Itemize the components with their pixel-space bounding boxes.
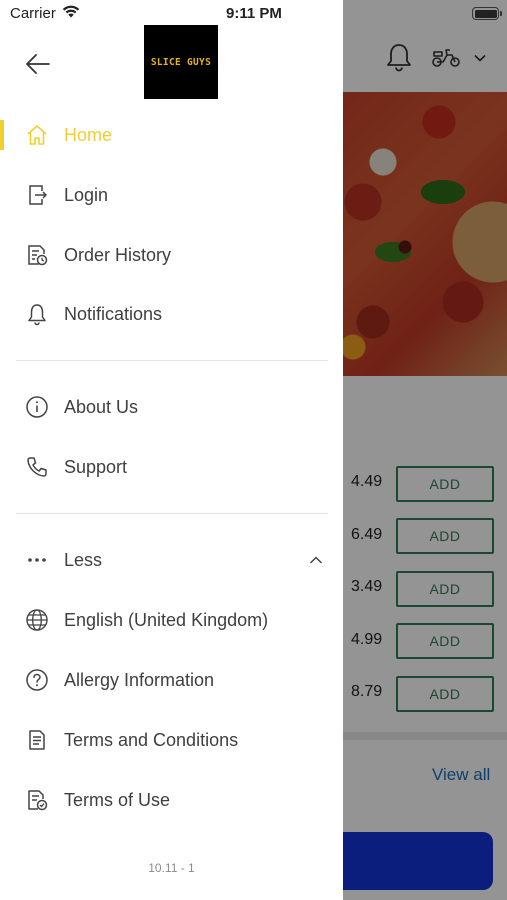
document-icon <box>24 727 50 753</box>
globe-icon <box>24 607 50 633</box>
menu-divider <box>16 360 328 361</box>
menu-item-label: Terms of Use <box>64 789 171 810</box>
status-bar: Carrier 9:11 PM <box>0 0 507 28</box>
menu-item-label: Less <box>64 549 103 570</box>
menu-item-order-history[interactable]: Order History <box>0 227 343 283</box>
clock: 9:11 PM <box>226 5 282 22</box>
login-icon <box>24 182 50 208</box>
info-icon <box>24 394 50 420</box>
battery-tip <box>500 11 502 16</box>
brand-logo: SLICE GUYS <box>144 25 218 99</box>
drawer-scrim[interactable] <box>343 0 507 900</box>
menu-divider <box>16 513 328 514</box>
menu-item-terms-of-use[interactable]: Terms of Use <box>0 772 343 828</box>
document-check-icon <box>24 787 50 813</box>
menu-item-label: Support <box>64 456 128 477</box>
bell-icon <box>24 301 50 327</box>
menu-toggle-less[interactable]: Less <box>0 532 343 588</box>
menu-item-label: English (United Kingdom) <box>64 609 269 630</box>
brand-logo-text: SLICE GUYS <box>150 56 212 68</box>
menu-item-label: Home <box>64 124 113 145</box>
wifi-icon <box>61 4 81 19</box>
back-button[interactable] <box>24 50 52 78</box>
arrow-left-icon <box>25 53 51 75</box>
question-icon <box>24 667 50 693</box>
menu-item-allergy-information[interactable]: Allergy Information <box>0 652 343 708</box>
menu-item-notifications[interactable]: Notifications <box>0 286 343 342</box>
menu-item-label: Terms and Conditions <box>64 729 239 750</box>
more-dots-icon <box>24 547 50 573</box>
phone-icon <box>24 454 50 480</box>
app-version: 10.11 - 1 <box>148 861 195 875</box>
menu-item-label: Order History <box>64 244 172 265</box>
menu-item-language[interactable]: English (United Kingdom) <box>0 592 343 648</box>
order-history-icon <box>24 242 50 268</box>
home-icon <box>24 122 50 148</box>
menu-item-label: Notifications <box>64 303 163 324</box>
menu-item-login[interactable]: Login <box>0 167 343 223</box>
menu-item-terms-and-conditions[interactable]: Terms and Conditions <box>0 712 343 768</box>
menu-item-label: Allergy Information <box>64 669 215 690</box>
carrier-label: Carrier <box>10 5 56 22</box>
menu-item-label: About Us <box>64 396 139 417</box>
menu-item-about-us[interactable]: About Us <box>0 379 343 435</box>
menu-item-support[interactable]: Support <box>0 439 343 495</box>
chevron-up-icon <box>309 556 323 565</box>
menu-item-home[interactable]: Home <box>0 107 343 163</box>
menu-item-label: Login <box>64 184 109 205</box>
battery-icon <box>472 7 499 20</box>
navigation-drawer: SLICE GUYS Home Login Order History Noti… <box>0 0 343 900</box>
